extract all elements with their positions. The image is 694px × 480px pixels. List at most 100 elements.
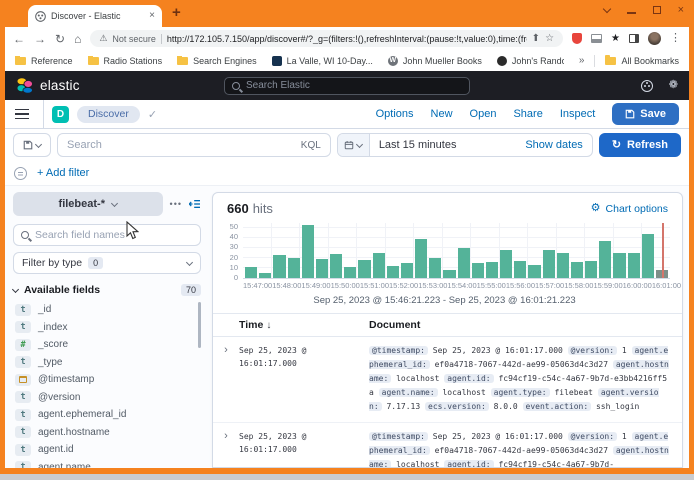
saved-query-menu-button[interactable] (13, 133, 51, 157)
kql-query-input-wrap[interactable]: KQL (57, 133, 331, 157)
forward-icon[interactable]: → (34, 33, 46, 45)
histogram-bar[interactable] (415, 239, 427, 278)
histogram-bar[interactable] (330, 254, 342, 278)
top-nav-link-new[interactable]: New (431, 108, 453, 120)
date-picker-menu-button[interactable] (338, 134, 370, 156)
histogram-bar[interactable] (288, 258, 300, 278)
histogram-bar[interactable] (302, 225, 314, 278)
collapse-sidebar-icon[interactable] (189, 199, 201, 209)
help-cluster-icon[interactable] (641, 80, 653, 92)
space-badge[interactable]: D (52, 106, 69, 123)
alerts-bell-icon[interactable]: ❁ (669, 80, 678, 91)
close-window-button[interactable]: × (678, 5, 684, 16)
index-pattern-more-icon[interactable]: ••• (170, 199, 182, 209)
document-row[interactable]: ›Sep 25, 2023 @ 16:01:17.000@timestamp: … (213, 423, 682, 467)
top-nav-link-inspect[interactable]: Inspect (560, 108, 595, 120)
sidebar-field[interactable]: tagent.hostname (13, 424, 201, 442)
bookmark-star-icon[interactable]: ☆ (545, 34, 554, 44)
sidebar-field[interactable]: tagent.name (13, 459, 201, 469)
security-label[interactable]: Not secure (112, 34, 156, 44)
all-bookmarks-button[interactable]: All Bookmarks (605, 56, 679, 66)
histogram-bar[interactable] (373, 253, 385, 278)
show-dates-button[interactable]: Show dates (525, 139, 591, 151)
histogram-bar[interactable] (486, 262, 498, 278)
histogram-bar[interactable] (642, 234, 654, 278)
histogram-bar[interactable] (344, 267, 356, 278)
new-tab-button[interactable]: + (172, 4, 181, 21)
sidebar-field[interactable]: t_id (13, 301, 201, 319)
maximize-button[interactable] (653, 6, 661, 14)
kql-query-input[interactable] (67, 139, 295, 151)
sort-descending-icon[interactable]: ↓ (266, 320, 271, 331)
bookmarks-overflow-icon[interactable]: » (579, 55, 585, 66)
available-fields-header[interactable]: Available fields 70 (13, 284, 201, 296)
save-button[interactable]: Save (612, 103, 679, 125)
sidebar-field[interactable]: tagent.id (13, 441, 201, 459)
time-range-value[interactable]: Last 15 minutes (370, 139, 526, 151)
histogram-bar[interactable] (458, 248, 470, 278)
top-nav-link-open[interactable]: Open (470, 108, 497, 120)
histogram-bar[interactable] (443, 270, 455, 278)
chart-options-button[interactable]: ⚙ Chart options (591, 203, 668, 215)
nav-menu-icon[interactable] (15, 109, 29, 120)
time-column-header[interactable]: Time ↓ (239, 319, 369, 331)
histogram-bar[interactable] (599, 241, 611, 278)
browser-tab[interactable]: Discover - Elastic × (28, 5, 162, 27)
address-bar[interactable]: ⚠ Not secure http://172.105.7.150/app/di… (90, 30, 563, 47)
tab-close-icon[interactable]: × (149, 11, 155, 21)
expand-row-icon[interactable]: › (213, 430, 239, 467)
histogram-bar[interactable] (358, 260, 370, 278)
privacy-shield-extension-icon[interactable] (572, 33, 582, 44)
bookmark-item[interactable]: La Valle, WI 10-Day... (272, 56, 373, 66)
histogram-bar[interactable] (472, 263, 484, 278)
histogram-bar[interactable] (613, 253, 625, 278)
bookmark-item[interactable]: John's Random Tho... (497, 56, 564, 66)
histogram-bar[interactable] (259, 273, 271, 278)
filter-by-type-select[interactable]: Filter by type 0 (13, 252, 201, 274)
expand-row-icon[interactable]: › (213, 344, 239, 414)
add-filter-button[interactable]: + Add filter (37, 167, 89, 179)
url-text[interactable]: http://172.105.7.150/app/discover#/?_g=(… (167, 34, 527, 44)
histogram-bar[interactable] (543, 250, 555, 278)
home-icon[interactable]: ⌂ (74, 33, 81, 45)
screenshot-extension-icon[interactable] (591, 34, 602, 43)
share-page-icon[interactable]: ⬆ (532, 34, 540, 44)
bookmark-item[interactable]: WJohn Mueller Books (388, 56, 482, 66)
histogram-bar[interactable] (401, 263, 413, 278)
back-icon[interactable]: ← (13, 33, 25, 45)
sidebar-field[interactable]: t@version (13, 389, 201, 407)
field-search-input[interactable] (35, 229, 193, 241)
histogram-bar[interactable] (429, 258, 441, 278)
histogram-bar[interactable] (571, 262, 583, 278)
field-search[interactable] (13, 224, 201, 246)
histogram-bar[interactable] (514, 261, 526, 278)
document-row[interactable]: ›Sep 25, 2023 @ 16:01:17.000@timestamp: … (213, 337, 682, 423)
chart-plot-area[interactable] (243, 223, 670, 279)
pinned-extension-icon[interactable]: ★ (611, 34, 620, 44)
histogram-bar[interactable] (387, 266, 399, 278)
top-nav-link-options[interactable]: Options (376, 108, 414, 120)
sidebar-field[interactable]: t_index (13, 319, 201, 337)
breadcrumb[interactable]: Discover (77, 106, 140, 123)
histogram-bar[interactable] (245, 267, 257, 278)
sidebar-field[interactable]: #_score (13, 336, 201, 354)
minimize-button[interactable] (627, 12, 636, 14)
index-pattern-select[interactable]: filebeat-* (13, 192, 163, 216)
sidebar-field[interactable]: t_type (13, 354, 201, 372)
histogram-bar[interactable] (628, 253, 640, 278)
side-panel-icon[interactable] (629, 34, 639, 43)
not-secure-warning-icon[interactable]: ⚠ (99, 34, 107, 43)
reload-icon[interactable]: ↻ (55, 33, 65, 45)
profile-avatar[interactable] (648, 32, 661, 45)
bookmark-item[interactable]: Reference (15, 56, 73, 66)
filter-options-icon[interactable] (14, 167, 27, 180)
browser-menu-icon[interactable]: ⋮ (670, 33, 681, 44)
histogram-bar[interactable] (557, 253, 569, 278)
histogram-bar[interactable] (273, 255, 285, 278)
histogram-bar[interactable] (500, 250, 512, 278)
global-search[interactable] (224, 77, 470, 95)
histogram-bar[interactable] (528, 265, 540, 278)
kql-label[interactable]: KQL (301, 140, 321, 151)
tab-search-chevron-icon[interactable] (602, 4, 610, 12)
global-search-input[interactable] (246, 80, 462, 91)
